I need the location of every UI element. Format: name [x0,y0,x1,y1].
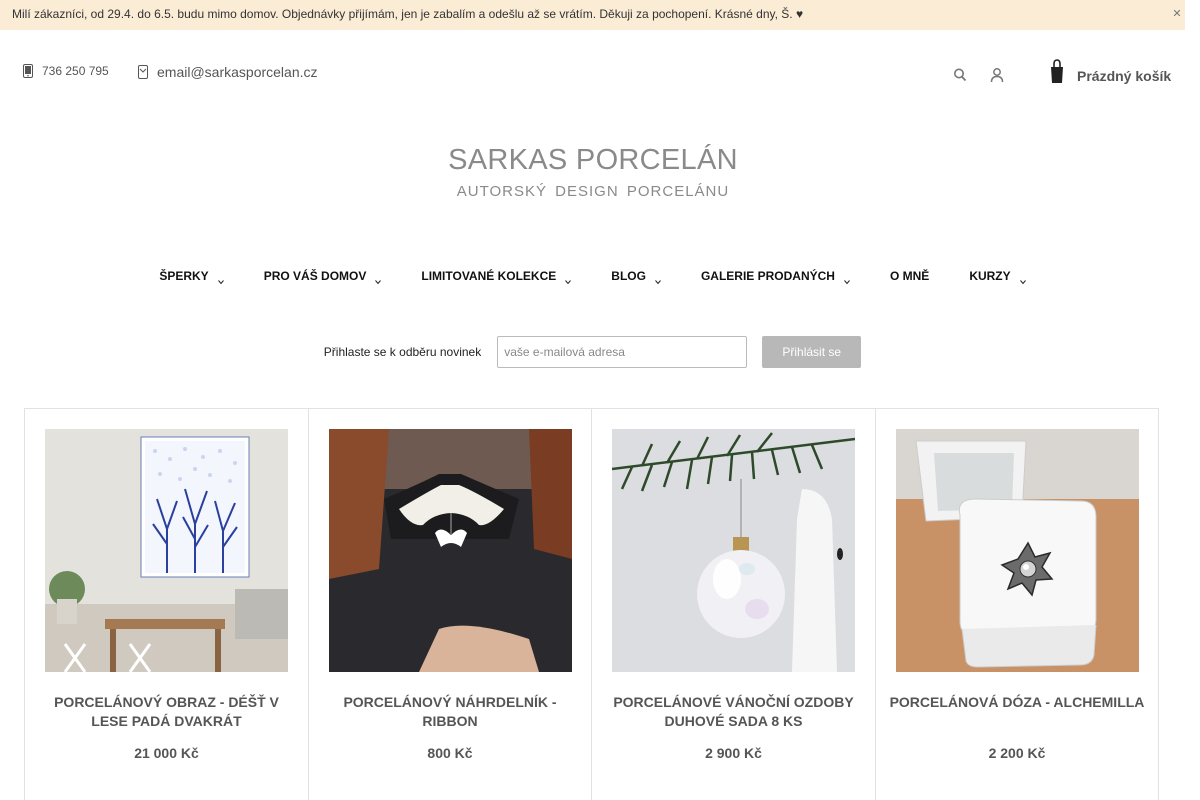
product-name[interactable]: PORCELÁNOVÉ VÁNOČNÍ OZDOBY DUHOVÉ SADA 8… [606,693,861,731]
cart-button[interactable]: Prázdný košík [1048,58,1171,84]
nav-item-pro-vas-domov[interactable]: PRO VÁŠ DOMOV [263,269,382,285]
product-card[interactable]: PORCELÁNOVÁ DÓZA - ALCHEMILLA 2 200 Kč [876,409,1159,800]
product-image[interactable] [612,429,855,672]
nav-item-label: O MNĚ [889,269,930,283]
newsletter-subscribe-button[interactable]: Přihlásit se [762,336,862,368]
product-image-ornament [612,429,855,672]
product-name[interactable]: PORCELÁNOVÁ DÓZA - ALCHEMILLA [890,693,1145,712]
email-icon [138,65,148,79]
product-image-box [895,429,1139,672]
site-logo[interactable]: SARKAS PORCELÁN AUTORSKÝ DESIGN PORCELÁN… [393,144,793,200]
product-grid: PORCELÁNOVÝ OBRAZ - DÉŠŤ V LESE PADÁ DVA… [24,408,1159,800]
product-name[interactable]: PORCELÁNOVÝ NÁHRDELNÍK - RIBBON [323,693,578,731]
nav-item-kurzy[interactable]: KURZY [969,269,1026,285]
product-price: 2 200 Kč [988,745,1046,761]
product-image-necklace [328,429,572,672]
chevron-down-icon [565,274,572,285]
close-icon[interactable]: ✕ [1171,8,1183,20]
notice-bar: Milí zákazníci, od 29.4. do 6.5. budu mi… [0,0,1185,30]
logo-subtitle: AUTORSKÝ DESIGN PORCELÁNU [456,183,730,200]
search-icon [954,68,967,82]
user-button[interactable] [990,67,1004,83]
nav-item-label: LIMITOVANÉ KOLEKCE [421,269,557,283]
newsletter-label: Přihlaste se k odběru novinek [323,345,482,359]
product-card[interactable]: PORCELÁNOVÉ VÁNOČNÍ OZDOBY DUHOVÉ SADA 8… [592,409,876,800]
nav-item-label: ŠPERKY [159,269,209,283]
phone-contact[interactable]: 736 250 795 [23,64,109,78]
product-price: 21 000 Kč [134,745,199,761]
product-image-painting [45,429,288,672]
email-address: email@sarkasporcelan.cz [157,64,318,80]
product-image[interactable] [45,429,288,672]
nav-item-o-mne[interactable]: O MNĚ [890,269,929,283]
notice-text: Milí zákazníci, od 29.4. do 6.5. budu mi… [12,7,804,21]
chevron-down-icon [844,274,850,285]
nav-item-label: KURZY [969,269,1011,283]
main-nav: ŠPERKY PRO VÁŠ DOMOV LIMITOVANÉ KOLEKCE … [0,269,1185,285]
user-icon [990,68,1004,83]
nav-item-label: GALERIE PRODANÝCH [700,269,835,283]
product-card[interactable]: PORCELÁNOVÝ NÁHRDELNÍK - RIBBON 800 Kč [309,409,592,800]
nav-item-blog[interactable]: BLOG [611,269,661,285]
product-price: 800 Kč [427,745,473,761]
nav-item-label: BLOG [611,269,646,283]
nav-item-sperky[interactable]: ŠPERKY [159,269,224,285]
nav-item-label: PRO VÁŠ DOMOV [263,269,367,283]
email-contact[interactable]: email@sarkasporcelan.cz [138,64,318,80]
product-card[interactable]: PORCELÁNOVÝ OBRAZ - DÉŠŤ V LESE PADÁ DVA… [25,409,309,800]
product-name[interactable]: PORCELÁNOVÝ OBRAZ - DÉŠŤ V LESE PADÁ DVA… [39,693,294,731]
chevron-down-icon [1019,274,1026,285]
chevron-down-icon [655,274,661,285]
nav-item-limitovane-kolekce[interactable]: LIMITOVANÉ KOLEKCE [421,269,572,285]
phone-number: 736 250 795 [42,64,109,78]
product-price: 2 900 Kč [705,745,762,761]
product-image[interactable] [328,429,572,672]
phone-icon [23,64,33,78]
logo-title: SARKAS PORCELÁN [448,144,738,176]
chevron-down-icon [217,274,224,285]
cart-icon [1051,59,1063,83]
newsletter-form: Přihlaste se k odběru novinek Přihlásit … [0,336,1185,368]
product-image[interactable] [895,429,1139,672]
cart-label: Prázdný košík [1077,68,1172,84]
search-button[interactable] [953,67,967,83]
nav-item-galerie-prodanych[interactable]: GALERIE PRODANÝCH [700,269,850,285]
chevron-down-icon [375,274,382,285]
newsletter-email-input[interactable] [497,336,748,368]
